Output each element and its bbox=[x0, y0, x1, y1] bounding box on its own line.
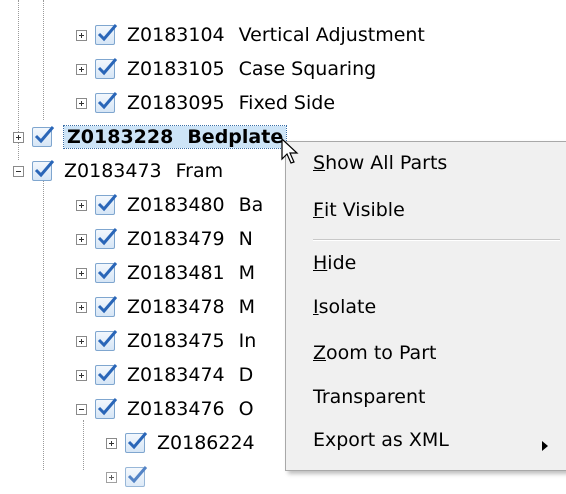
submenu-arrow-icon bbox=[542, 441, 548, 451]
expand-plus-icon[interactable] bbox=[76, 199, 87, 211]
part-name: Vertical Adjustment bbox=[238, 24, 425, 46]
checkbox-checked-icon[interactable] bbox=[95, 398, 118, 419]
checkbox-checked-icon[interactable] bbox=[95, 194, 118, 215]
checkbox-checked-icon[interactable] bbox=[95, 228, 118, 249]
expand-plus-icon[interactable] bbox=[106, 437, 117, 449]
tree-row-selected[interactable]: Z0183228 Bedplate bbox=[13, 120, 288, 154]
checkbox-checked-icon[interactable] bbox=[125, 466, 148, 487]
part-code: Z0183481 bbox=[127, 262, 225, 284]
expand-plus-icon[interactable] bbox=[76, 267, 87, 279]
expand-plus-icon[interactable] bbox=[76, 63, 87, 75]
checkbox-checked-icon[interactable] bbox=[32, 160, 55, 181]
expand-plus-icon[interactable] bbox=[76, 97, 87, 109]
part-name: Bedplate bbox=[187, 126, 284, 148]
part-code: Z0183476 bbox=[127, 398, 225, 420]
tree-row[interactable]: Z0183476 O bbox=[76, 392, 254, 426]
part-name: Fram bbox=[175, 160, 224, 182]
part-name: M bbox=[238, 262, 256, 284]
checkbox-checked-icon[interactable] bbox=[125, 432, 148, 453]
collapse-minus-icon[interactable] bbox=[76, 403, 87, 415]
selected-node-label[interactable]: Z0183228 Bedplate bbox=[62, 125, 288, 149]
part-name: D bbox=[238, 364, 254, 386]
tree-row-partial[interactable] bbox=[106, 460, 157, 494]
part-name: O bbox=[238, 398, 254, 420]
part-name: In bbox=[238, 330, 257, 352]
part-name: N bbox=[238, 228, 253, 250]
checkbox-checked-icon[interactable] bbox=[95, 364, 118, 385]
menu-item-zoom-to-part[interactable]: Zoom to Part bbox=[313, 338, 436, 368]
part-code: Z0183478 bbox=[127, 296, 225, 318]
part-code: Z0183105 bbox=[127, 58, 225, 80]
checkbox-checked-icon[interactable] bbox=[95, 262, 118, 283]
part-code: Z0183475 bbox=[127, 330, 225, 352]
checkbox-checked-icon[interactable] bbox=[32, 126, 55, 147]
part-code: Z0183095 bbox=[127, 92, 225, 114]
mouse-pointer-icon bbox=[281, 138, 299, 164]
menu-item-export-as-xml[interactable]: Export as XML bbox=[313, 425, 566, 455]
menu-item-hide[interactable]: Hide bbox=[313, 248, 356, 278]
tree-row[interactable]: Z0186224 bbox=[106, 426, 269, 460]
context-menu: Show All Parts Fit Visible Hide Isolate … bbox=[285, 141, 566, 471]
part-code: Z0183474 bbox=[127, 364, 225, 386]
tree-row[interactable]: Z0183475 In bbox=[76, 324, 256, 358]
part-code: Z0186224 bbox=[157, 432, 255, 454]
checkbox-checked-icon[interactable] bbox=[95, 58, 118, 79]
checkbox-checked-icon[interactable] bbox=[95, 296, 118, 317]
part-name: Case Squaring bbox=[238, 58, 377, 80]
tree-row[interactable]: Z0183105 Case Squaring bbox=[76, 52, 376, 86]
expand-plus-icon[interactable] bbox=[76, 369, 87, 381]
part-name: M bbox=[238, 296, 256, 318]
tree-guide-line bbox=[43, 180, 44, 470]
tree-row[interactable]: Z0183478 M bbox=[76, 290, 255, 324]
part-code: Z0183480 bbox=[127, 194, 225, 216]
collapse-minus-icon[interactable] bbox=[13, 165, 24, 177]
part-name: Fixed Side bbox=[238, 92, 336, 114]
part-name: Ba bbox=[238, 194, 264, 216]
expand-plus-icon[interactable] bbox=[76, 335, 87, 347]
part-code: Z0183104 bbox=[127, 24, 225, 46]
tree-row[interactable]: Z0183104 Vertical Adjustment bbox=[76, 18, 425, 52]
tree-row[interactable]: Z0183481 M bbox=[76, 256, 255, 290]
tree-row[interactable]: Z0183480 Ba bbox=[76, 188, 263, 222]
menu-item-fit-visible[interactable]: Fit Visible bbox=[313, 195, 405, 225]
expand-plus-icon[interactable] bbox=[76, 233, 87, 245]
menu-item-show-all-parts[interactable]: Show All Parts bbox=[313, 148, 447, 178]
tree-row[interactable]: Z0183474 D bbox=[76, 358, 253, 392]
menu-item-isolate[interactable]: Isolate bbox=[313, 292, 376, 322]
tree-guide-line bbox=[83, 420, 84, 470]
expand-plus-icon[interactable] bbox=[76, 301, 87, 313]
checkbox-checked-icon[interactable] bbox=[95, 92, 118, 113]
tree-row[interactable]: Z0183479 N bbox=[76, 222, 253, 256]
expand-plus-icon[interactable] bbox=[106, 471, 117, 483]
tree-guide-line bbox=[43, 0, 44, 120]
tree-row[interactable]: Z0183095 Fixed Side bbox=[76, 86, 335, 120]
checkbox-checked-icon[interactable] bbox=[95, 330, 118, 351]
tree-row[interactable]: Z0183473 Fram bbox=[13, 154, 223, 188]
part-code: Z0183473 bbox=[64, 160, 162, 182]
menu-item-transparent[interactable]: Transparent bbox=[313, 382, 426, 412]
checkbox-checked-icon[interactable] bbox=[95, 24, 118, 45]
expand-plus-icon[interactable] bbox=[76, 29, 87, 41]
part-code: Z0183228 bbox=[67, 126, 174, 148]
menu-separator bbox=[313, 239, 560, 241]
expand-plus-icon[interactable] bbox=[13, 131, 24, 143]
part-code: Z0183479 bbox=[127, 228, 225, 250]
